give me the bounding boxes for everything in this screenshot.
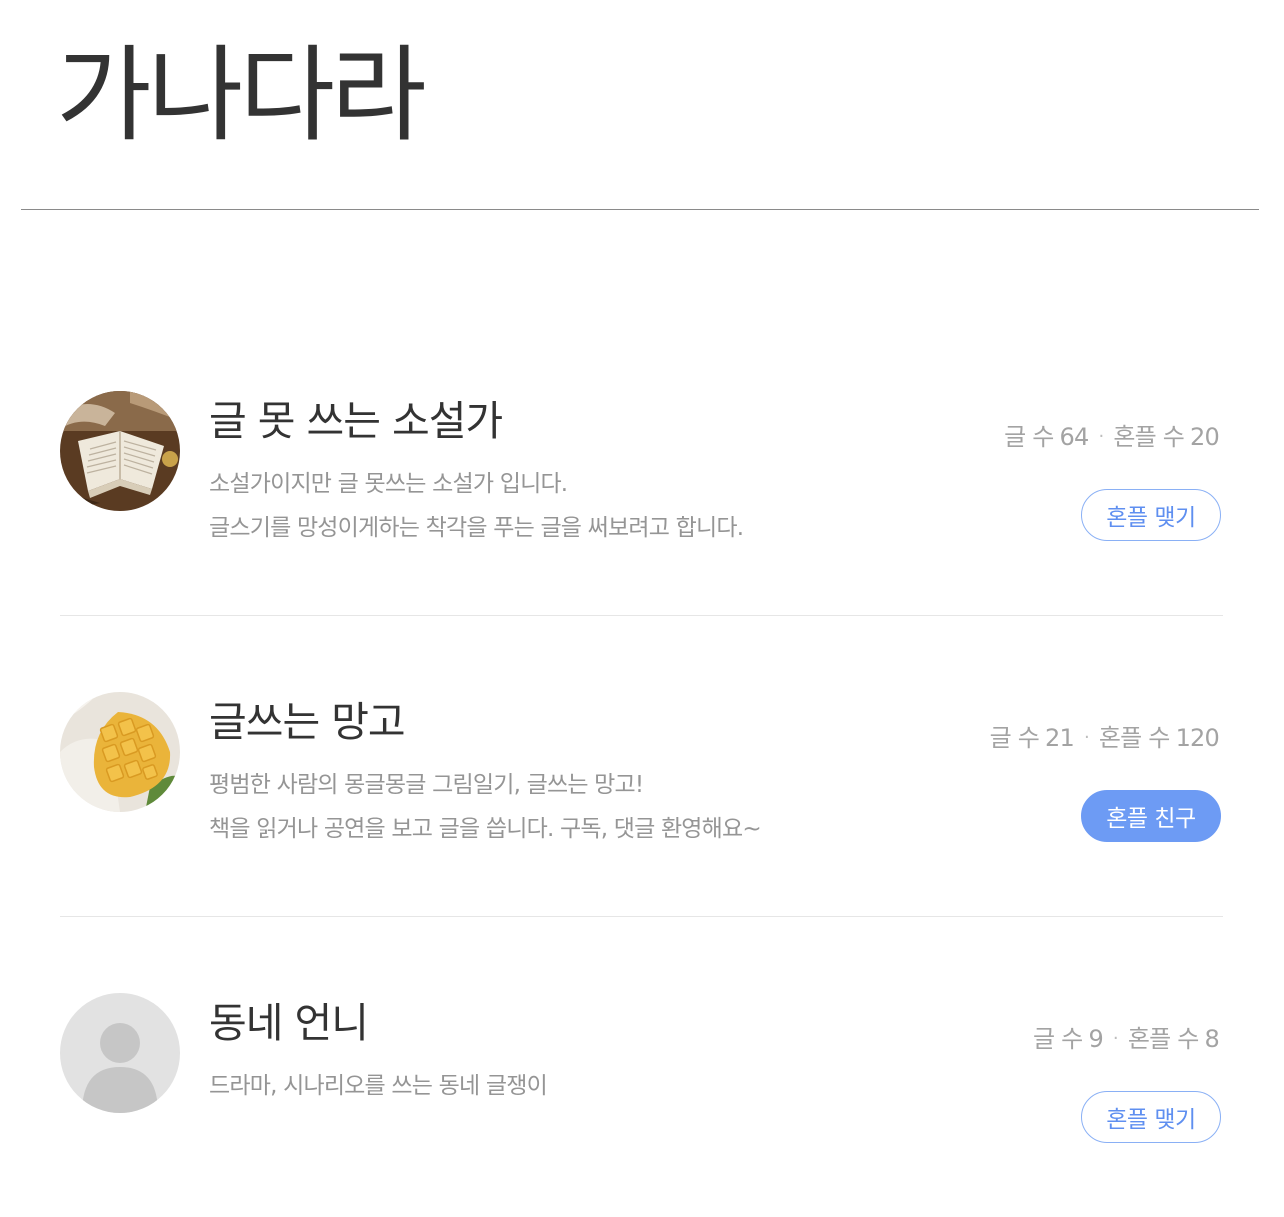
writer-description: 드라마, 시나리오를 쓰는 동네 글쟁이: [209, 1064, 909, 1108]
stats-separator: ·: [1112, 1028, 1119, 1049]
stats-separator: ·: [1083, 727, 1090, 748]
writer-name[interactable]: 동네 언니: [209, 1003, 909, 1044]
writer-description: 평범한 사람의 몽글몽글 그림일기, 글쓰는 망고! 책을 읽거나 공연을 보고…: [209, 763, 909, 851]
writer-name[interactable]: 글쓰는 망고: [209, 702, 909, 743]
writer-stats: 글 수 9 · 혼플 수8: [1033, 1019, 1220, 1054]
follow-button[interactable]: 혼플 맺기: [1081, 489, 1221, 541]
follower-count-label: 혼플 수: [1127, 1025, 1199, 1053]
following-button[interactable]: 혼플 친구: [1081, 790, 1221, 842]
writer-stats: 글 수 21 · 혼플 수 120: [989, 718, 1220, 753]
header-divider: [21, 209, 1259, 210]
page-title: 가나다라: [56, 34, 427, 156]
post-count-label: 글 수: [1004, 423, 1054, 451]
writer-item: 글쓰는 망고 평범한 사람의 몽글몽글 그림일기, 글쓰는 망고! 책을 읽거나…: [60, 616, 1223, 917]
post-count-value: 21: [1045, 724, 1075, 752]
description-line: 드라마, 시나리오를 쓰는 동네 글쟁이: [209, 1073, 548, 1099]
description-line: 책을 읽거나 공연을 보고 글을 씁니다. 구독, 댓글 환영해요~: [209, 816, 762, 842]
post-count-value: 9: [1088, 1025, 1103, 1053]
default-user-icon: [60, 993, 180, 1113]
follow-button[interactable]: 혼플 맺기: [1081, 1091, 1221, 1143]
writer-description: 소설가이지만 글 못쓰는 소설가 입니다. 글스기를 망성이게하는 착각을 푸는…: [209, 462, 909, 550]
post-count-label: 글 수: [1033, 1025, 1083, 1053]
stats-separator: ·: [1098, 426, 1104, 447]
description-line: 평범한 사람의 몽글몽글 그림일기, 글쓰는 망고!: [209, 772, 644, 798]
follower-count-value: 20: [1190, 423, 1220, 451]
writer-stats: 글 수 64 · 혼플 수 20: [1004, 417, 1220, 452]
follower-count-value: 120: [1175, 724, 1220, 752]
follower-count-label: 혼플 수: [1113, 423, 1185, 451]
avatar[interactable]: [60, 692, 180, 812]
writer-item: 글 못 쓰는 소설가 소설가이지만 글 못쓰는 소설가 입니다. 글스기를 망성…: [60, 315, 1223, 616]
writer-item: 동네 언니 드라마, 시나리오를 쓰는 동네 글쟁이 글 수 9 · 혼플 수8 혼플…: [60, 917, 1223, 1217]
post-count-label: 글 수: [989, 724, 1040, 752]
description-line: 소설가이지만 글 못쓰는 소설가 입니다.: [209, 471, 568, 497]
mango-photo-icon: [60, 692, 180, 812]
avatar[interactable]: [60, 391, 180, 511]
avatar[interactable]: [60, 993, 180, 1113]
open-book-photo-icon: [60, 391, 180, 511]
description-line: 글스기를 망성이게하는 착각을 푸는 글을 써보려고 합니다.: [209, 515, 744, 541]
writer-list: 글 못 쓰는 소설가 소설가이지만 글 못쓰는 소설가 입니다. 글스기를 망성…: [60, 315, 1223, 1217]
writer-name[interactable]: 글 못 쓰는 소설가: [209, 401, 909, 442]
follower-count-value: 8: [1204, 1025, 1220, 1053]
post-count-value: 64: [1059, 423, 1090, 451]
follower-count-label: 혼플 수: [1098, 724, 1170, 752]
writer-info: 글 못 쓰는 소설가 소설가이지만 글 못쓰는 소설가 입니다. 글스기를 망성…: [209, 401, 909, 550]
writer-info: 글쓰는 망고 평범한 사람의 몽글몽글 그림일기, 글쓰는 망고! 책을 읽거나…: [209, 702, 909, 851]
writer-info: 동네 언니 드라마, 시나리오를 쓰는 동네 글쟁이: [209, 1003, 909, 1108]
